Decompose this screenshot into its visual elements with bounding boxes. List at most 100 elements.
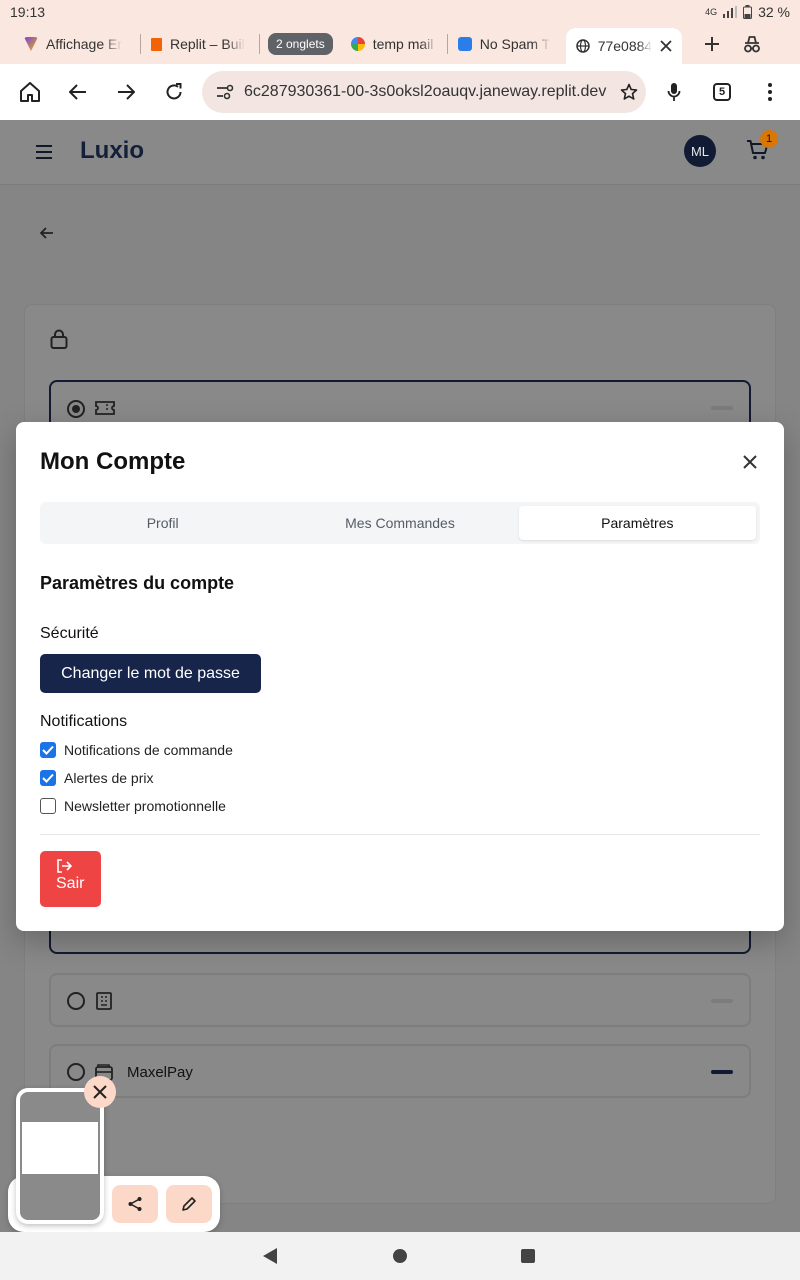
tab-favicon-icon bbox=[457, 37, 472, 51]
checkbox-checked[interactable] bbox=[40, 742, 56, 758]
more-vertical-icon bbox=[768, 83, 772, 101]
section-title: Paramètres du compte bbox=[40, 573, 235, 593]
browser-tab[interactable]: Affichage Er bbox=[14, 28, 140, 60]
plus-icon bbox=[704, 37, 719, 51]
option-indicator bbox=[711, 406, 733, 410]
tab-separator bbox=[259, 34, 260, 54]
tab-profile[interactable]: Profil bbox=[44, 506, 281, 540]
reload-button[interactable] bbox=[150, 68, 198, 116]
tab-group-chip[interactable]: 2 onglets bbox=[268, 33, 333, 55]
browser-tab[interactable]: temp mail n bbox=[341, 28, 447, 60]
option-indicator bbox=[711, 1070, 733, 1074]
checkbox-label: Alertes de prix bbox=[64, 770, 154, 786]
home-button[interactable] bbox=[6, 68, 54, 116]
divider bbox=[40, 834, 760, 835]
radio[interactable] bbox=[67, 1063, 85, 1081]
browser-tab[interactable]: Replit – Buil bbox=[141, 28, 259, 60]
tab-favicon-icon bbox=[350, 37, 365, 51]
option-indicator bbox=[711, 999, 733, 1003]
status-bar: 19:13 4G 32 % bbox=[0, 0, 800, 24]
checkmark-icon bbox=[42, 745, 54, 755]
tab-orders[interactable]: Mes Commandes bbox=[281, 506, 518, 540]
incognito-button[interactable] bbox=[732, 28, 772, 60]
tab-favicon-icon bbox=[24, 37, 38, 51]
arrow-left-icon bbox=[69, 84, 86, 100]
address-bar[interactable]: 6c287930361-00-3s0oksl2oauqv.janeway.rep… bbox=[202, 71, 646, 113]
microphone-icon bbox=[667, 83, 681, 101]
browser-tab-strip: Affichage Er Replit – Buil 2 onglets tem… bbox=[0, 24, 800, 64]
close-icon bbox=[93, 1085, 107, 1099]
edit-button[interactable] bbox=[166, 1185, 212, 1223]
nav-recents-icon[interactable] bbox=[521, 1249, 535, 1263]
signal-icon bbox=[723, 6, 738, 18]
menu-button[interactable] bbox=[746, 68, 794, 116]
share-button[interactable] bbox=[112, 1185, 158, 1223]
modal-title: Mon Compte bbox=[40, 448, 186, 475]
change-password-button[interactable]: Changer le mot de passe bbox=[40, 654, 261, 693]
modal-tabs: Profil Mes Commandes Paramètres bbox=[40, 502, 760, 544]
nav-back-icon[interactable] bbox=[263, 1248, 277, 1264]
nav-home-icon[interactable] bbox=[393, 1249, 407, 1263]
back-button[interactable] bbox=[54, 68, 102, 116]
radio[interactable] bbox=[67, 992, 85, 1010]
url-text[interactable]: 6c287930361-00-3s0oksl2oauqv.janeway.rep… bbox=[244, 83, 610, 101]
reload-icon bbox=[166, 83, 182, 100]
site-settings-icon[interactable] bbox=[216, 84, 234, 100]
browser-tab-active[interactable]: 77e0884 bbox=[565, 28, 682, 64]
tab-title: Affichage Er bbox=[46, 36, 123, 52]
payment-option-label: MaxelPay bbox=[127, 1064, 193, 1081]
incognito-icon bbox=[743, 36, 760, 53]
tab-favicon-icon bbox=[151, 37, 162, 51]
hamburger-menu-icon[interactable] bbox=[36, 145, 52, 163]
tab-title: 77e0884 bbox=[597, 38, 652, 54]
thumbnail-image bbox=[20, 1092, 100, 1220]
logout-icon bbox=[57, 859, 72, 873]
tab-switcher-button[interactable]: 5 bbox=[698, 68, 746, 116]
tab-title: temp mail n bbox=[372, 36, 437, 52]
checkbox-order-notifications[interactable]: Notifications de commande bbox=[40, 742, 233, 758]
network-indicator: 4G bbox=[705, 6, 718, 17]
logout-label: Sair bbox=[56, 875, 85, 892]
radio-selected[interactable] bbox=[67, 400, 85, 418]
bookmark-star-icon[interactable] bbox=[620, 83, 638, 101]
close-icon[interactable] bbox=[740, 452, 760, 472]
payment-option[interactable] bbox=[49, 973, 751, 1027]
checkbox-checked[interactable] bbox=[40, 770, 56, 786]
arrow-left-icon[interactable] bbox=[40, 227, 54, 239]
checkbox-newsletter[interactable]: Newsletter promotionnelle bbox=[40, 798, 226, 814]
tab-close-icon[interactable] bbox=[660, 40, 672, 52]
tab-settings[interactable]: Paramètres bbox=[518, 506, 756, 540]
system-nav-bar bbox=[0, 1232, 800, 1280]
checkmark-icon bbox=[42, 773, 54, 783]
status-time: 19:13 bbox=[10, 4, 46, 20]
screenshot-thumbnail[interactable] bbox=[16, 1088, 104, 1224]
payment-option[interactable]: MaxelPay bbox=[49, 1044, 751, 1098]
pencil-icon bbox=[182, 1197, 196, 1211]
tab-count: 5 bbox=[713, 83, 731, 101]
status-icons: 4G 32 % bbox=[705, 4, 790, 20]
forward-button[interactable] bbox=[102, 68, 150, 116]
new-tab-button[interactable] bbox=[692, 28, 732, 60]
home-icon bbox=[20, 82, 40, 102]
checkbox-label: Notifications de commande bbox=[64, 742, 233, 758]
thumbnail-close-button[interactable] bbox=[84, 1076, 116, 1108]
checkbox-price-alerts[interactable]: Alertes de prix bbox=[40, 770, 153, 786]
cart-count-badge: 1 bbox=[760, 130, 778, 148]
avatar[interactable]: ML bbox=[684, 135, 716, 167]
share-icon bbox=[128, 1197, 142, 1211]
checkbox-label: Newsletter promotionnelle bbox=[64, 798, 226, 814]
security-label: Sécurité bbox=[40, 625, 99, 642]
tab-title: Replit – Buil bbox=[170, 36, 245, 52]
ticket-icon bbox=[95, 401, 115, 415]
tab-title: No Spam To bbox=[479, 36, 550, 52]
globe-icon bbox=[575, 39, 590, 53]
browser-toolbar: 6c287930361-00-3s0oksl2oauqv.janeway.rep… bbox=[0, 64, 800, 120]
browser-tab[interactable]: No Spam To bbox=[448, 28, 560, 60]
voice-search-button[interactable] bbox=[650, 68, 698, 116]
app-logo[interactable]: Luxio bbox=[80, 137, 144, 165]
lock-icon bbox=[50, 329, 68, 349]
account-modal: Mon Compte Profil Mes Commandes Paramètr… bbox=[16, 422, 784, 931]
battery-icon bbox=[743, 5, 753, 19]
logout-button[interactable]: Sair bbox=[40, 851, 101, 907]
checkbox-unchecked[interactable] bbox=[40, 798, 56, 814]
